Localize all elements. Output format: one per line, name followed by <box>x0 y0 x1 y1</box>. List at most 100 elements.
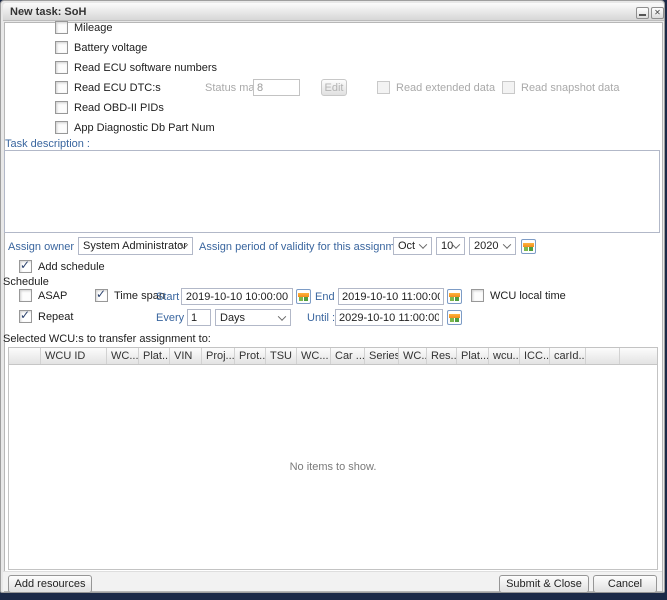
start-datetime-input[interactable] <box>181 288 293 305</box>
column-header-tsu[interactable]: TSU <box>266 348 297 364</box>
read-obd-pids-label: Read OBD-II PIDs <box>74 102 164 114</box>
end-label: End : <box>315 291 341 303</box>
checkbox-row-time-span[interactable]: Time span <box>95 289 165 302</box>
task-description-input[interactable] <box>4 150 660 233</box>
empty-table-message: No items to show. <box>290 461 377 473</box>
checkbox-row-read-snapshot: Read snapshot data <box>502 81 619 94</box>
battery-voltage-checkbox[interactable] <box>55 41 68 54</box>
validity-label: Assign period of validity for this assig… <box>199 241 416 253</box>
wcu-table-header: WCU ID WC... Plat... VIN Proj... Prot...… <box>9 348 657 365</box>
until-label: Until : <box>307 312 335 324</box>
minimize-button[interactable] <box>636 7 649 19</box>
add-schedule-label: Add schedule <box>38 261 105 273</box>
checkbox-row-add-schedule[interactable]: Add schedule <box>19 260 105 273</box>
column-header-wc-2[interactable]: WC... <box>107 348 139 364</box>
wcu-local-time-label: WCU local time <box>490 290 566 302</box>
checkbox-row-app-diag[interactable]: App Diagnostic Db Part Num <box>55 121 215 134</box>
asap-checkbox[interactable] <box>19 289 32 302</box>
column-header-prot[interactable]: Prot... <box>235 348 266 364</box>
read-ecu-software-label: Read ECU software numbers <box>74 62 217 74</box>
every-unit-select[interactable]: Days <box>215 309 291 326</box>
calendar-icon[interactable] <box>447 310 462 325</box>
checkbox-row-ecu-software[interactable]: Read ECU software numbers <box>55 61 217 74</box>
read-ecu-dtc-label: Read ECU DTC:s <box>74 82 161 94</box>
checkbox-row-ecu-dtc[interactable]: Read ECU DTC:s <box>55 81 161 94</box>
until-datetime-input[interactable] <box>335 309 443 326</box>
validity-day-select[interactable]: 10 <box>436 237 465 255</box>
repeat-checkbox[interactable] <box>19 310 32 323</box>
column-header-selector[interactable] <box>9 348 41 364</box>
column-header-empty-17[interactable] <box>586 348 620 364</box>
minimize-icon <box>639 14 646 16</box>
column-header-vin[interactable]: VIN <box>170 348 202 364</box>
app-diagnostic-checkbox[interactable] <box>55 121 68 134</box>
validity-day-value: 10 <box>441 240 453 252</box>
validity-month-value: Oct <box>398 240 415 252</box>
schedule-section-label: Schedule <box>3 276 49 288</box>
wcu-local-time-checkbox[interactable] <box>471 289 484 302</box>
add-resources-button[interactable]: Add resources <box>8 575 92 593</box>
asap-label: ASAP <box>38 290 67 302</box>
read-ecu-software-checkbox[interactable] <box>55 61 68 74</box>
read-snapshot-data-checkbox <box>502 81 515 94</box>
validity-year-select[interactable]: 2020 <box>469 237 516 255</box>
wcu-table: WCU ID WC... Plat... VIN Proj... Prot...… <box>8 347 658 570</box>
read-ecu-dtc-checkbox[interactable] <box>55 81 68 94</box>
mileage-label: Mileage <box>74 22 113 34</box>
checkbox-row-asap[interactable]: ASAP <box>19 289 67 302</box>
chevron-down-icon <box>503 240 511 248</box>
window-title: New task: SoH <box>10 6 86 18</box>
repeat-label: Repeat <box>38 311 73 323</box>
mileage-checkbox[interactable] <box>55 21 68 34</box>
column-header-plat-13[interactable]: Plat... <box>457 348 489 364</box>
column-header-wcu-14[interactable]: wcu... <box>489 348 520 364</box>
checkbox-row-repeat[interactable]: Repeat <box>19 310 73 323</box>
checkbox-row-read-extended: Read extended data <box>377 81 495 94</box>
column-header-icc[interactable]: ICC... <box>520 348 550 364</box>
calendar-icon[interactable] <box>521 239 536 254</box>
column-header-wcu-id[interactable]: WCU ID <box>41 348 107 364</box>
close-icon: ✕ <box>654 8 661 17</box>
edit-button: Edit <box>321 79 347 96</box>
time-span-checkbox[interactable] <box>95 289 108 302</box>
calendar-icon[interactable] <box>447 289 462 304</box>
column-header-proj[interactable]: Proj... <box>202 348 235 364</box>
wcu-table-body: No items to show. <box>9 365 657 569</box>
checkbox-row-mileage[interactable]: Mileage <box>55 21 113 34</box>
validity-year-value: 2020 <box>474 240 498 252</box>
assign-owner-select[interactable]: System Administrator <box>78 237 193 255</box>
chevron-down-icon <box>419 240 427 248</box>
assign-owner-label: Assign owner : <box>8 241 80 253</box>
column-header-res[interactable]: Res... <box>427 348 457 364</box>
column-header-carid[interactable]: carId... <box>550 348 586 364</box>
cancel-button[interactable]: Cancel <box>593 575 657 593</box>
column-header-empty-18[interactable] <box>620 348 657 364</box>
column-header-wc-11[interactable]: WC... <box>399 348 427 364</box>
assign-owner-value: System Administrator <box>83 240 187 252</box>
title-bar[interactable]: New task: SoH ✕ <box>3 3 664 21</box>
read-extended-data-checkbox <box>377 81 390 94</box>
column-header-car[interactable]: Car ... <box>331 348 365 364</box>
close-button[interactable]: ✕ <box>651 7 664 19</box>
every-unit-value: Days <box>220 312 245 324</box>
read-obd-pids-checkbox[interactable] <box>55 101 68 114</box>
read-extended-data-label: Read extended data <box>396 82 495 94</box>
task-description-label: Task description : <box>5 138 90 150</box>
read-snapshot-data-label: Read snapshot data <box>521 82 619 94</box>
wcu-table-label: Selected WCU:s to transfer assignment to… <box>3 333 211 345</box>
column-header-plat-3[interactable]: Plat... <box>139 348 170 364</box>
calendar-icon[interactable] <box>296 289 311 304</box>
checkbox-row-battery[interactable]: Battery voltage <box>55 41 147 54</box>
chevron-down-icon <box>278 312 286 320</box>
end-datetime-input[interactable] <box>338 288 444 305</box>
every-label: Every : <box>156 312 190 324</box>
checkbox-row-obd-pids[interactable]: Read OBD-II PIDs <box>55 101 164 114</box>
validity-month-select[interactable]: Oct <box>393 237 432 255</box>
column-header-wc-8[interactable]: WC... <box>297 348 331 364</box>
checkbox-row-wcu-local-time[interactable]: WCU local time <box>471 289 566 302</box>
submit-close-button[interactable]: Submit & Close <box>499 575 589 593</box>
add-schedule-checkbox[interactable] <box>19 260 32 273</box>
app-diagnostic-label: App Diagnostic Db Part Num <box>74 122 215 134</box>
every-value-input[interactable] <box>187 309 211 326</box>
column-header-series[interactable]: Series <box>365 348 399 364</box>
